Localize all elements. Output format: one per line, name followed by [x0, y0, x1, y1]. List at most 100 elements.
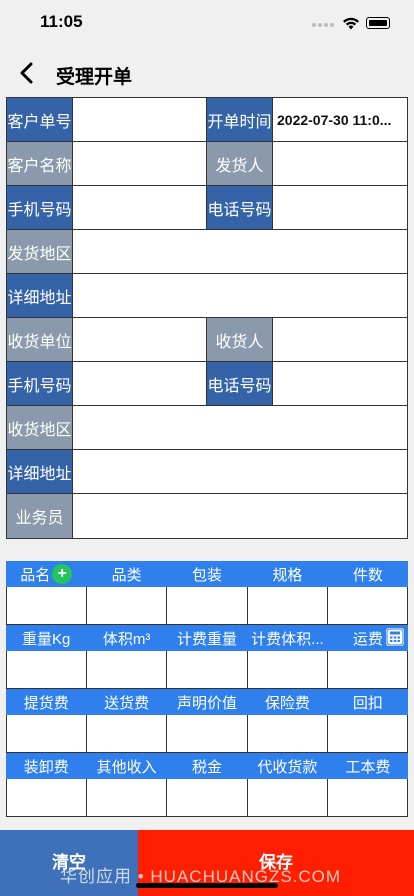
grid-header-cell-freight: 运费 [328, 625, 408, 651]
customer-no-label: 客户单号 [7, 98, 73, 141]
grid-header-cell: 声明价值 [177, 694, 238, 712]
dest-address-label: 详细地址 [7, 450, 73, 493]
grid-header-cell: 规格 [272, 566, 303, 584]
grid-input-row-weight [6, 651, 409, 689]
shipper-input[interactable] [273, 142, 407, 185]
home-indicator[interactable] [136, 883, 278, 888]
grid-header-cell: 保险费 [264, 694, 310, 712]
receiver-phone-input[interactable] [273, 362, 407, 405]
grid-input-row-other [6, 779, 409, 817]
form-row-origin-region: 发货地区 [7, 230, 407, 274]
billing-volume-input[interactable] [248, 651, 328, 688]
consignee-input[interactable] [273, 318, 407, 361]
form-row-customer-no: 客户单号 开单时间 2022-07-30 11:0... [7, 98, 407, 142]
wifi-icon [343, 17, 359, 29]
sender-mobile-input[interactable] [73, 186, 207, 229]
form-row-consignee-unit: 收货单位 收货人 [7, 318, 407, 362]
category-input[interactable] [87, 587, 168, 624]
order-time-value[interactable]: 2022-07-30 11:0... [273, 98, 407, 141]
battery-icon [366, 17, 390, 29]
salesperson-label: 业务员 [7, 494, 73, 538]
grid-header-cell: 重量Kg [22, 630, 71, 648]
grid-input-row-goods [6, 587, 409, 625]
billing-weight-input[interactable] [167, 651, 248, 688]
declared-value-input[interactable] [167, 715, 248, 752]
dest-region-label: 收货地区 [7, 406, 73, 449]
pickup-fee-input[interactable] [7, 715, 88, 752]
status-time: 11:05 [40, 12, 83, 31]
calculator-icon[interactable] [386, 628, 405, 646]
insurance-fee-input[interactable] [248, 715, 328, 752]
nav-bar: 受理开单 [0, 52, 414, 96]
form-row-dest-address: 详细地址 [7, 450, 407, 494]
sender-phone-label: 电话号码 [207, 186, 273, 229]
grid-header-goods: 品名 + 品类 包装 规格 件数 [6, 561, 408, 587]
grid-header-cell: 提货费 [23, 694, 69, 712]
freight-input[interactable] [328, 651, 409, 688]
grid-header-cell: 回扣 [352, 694, 383, 712]
grid-header-cell: 品名 + [6, 561, 86, 587]
other-income-input[interactable] [87, 779, 168, 816]
grid-header-cell: 体积m³ [102, 630, 151, 648]
salesperson-input[interactable] [73, 494, 407, 538]
form-row-dest-region: 收货地区 [7, 406, 407, 450]
customer-name-input[interactable] [73, 142, 207, 185]
consignee-label: 收货人 [207, 318, 273, 361]
add-product-icon[interactable]: + [52, 564, 73, 584]
grid-input-row-fees [6, 715, 409, 753]
status-bar: 11:05 [0, 0, 414, 48]
grid-header-cell: 送货费 [104, 694, 150, 712]
grid-header-cell: 件数 [352, 566, 383, 584]
order-form: 客户单号 开单时间 2022-07-30 11:0... 客户名称 发货人 手机… [6, 97, 408, 539]
consignee-unit-label: 收货单位 [7, 318, 73, 361]
origin-address-input[interactable] [73, 274, 407, 317]
grid-header-cell: 装卸费 [23, 758, 69, 776]
status-icons [312, 14, 390, 32]
handling-fee-input[interactable] [7, 779, 88, 816]
form-row-sender-phone: 手机号码 电话号码 [7, 186, 407, 230]
form-row-customer-name: 客户名称 发货人 [7, 142, 407, 186]
customer-name-label: 客户名称 [7, 142, 73, 185]
signal-dots-icon [312, 14, 336, 32]
origin-address-label: 详细地址 [7, 274, 73, 317]
receiver-mobile-label: 手机号码 [7, 362, 73, 405]
form-row-salesperson: 业务员 [7, 494, 407, 538]
grid-header-cell: 计费体积... [251, 630, 324, 648]
page-title: 受理开单 [56, 67, 133, 88]
sender-mobile-label: 手机号码 [7, 186, 73, 229]
grid-header-cell: 计费重量 [177, 630, 238, 648]
form-row-origin-address: 详细地址 [7, 274, 407, 318]
dest-address-input[interactable] [73, 450, 407, 493]
grid-header-cell: 包装 [192, 566, 223, 584]
pieces-input[interactable] [328, 587, 409, 624]
grid-header-cell: 税金 [192, 758, 223, 776]
goods-grid: 品名 + 品类 包装 规格 件数 重量Kg 体积m³ 计费重量 计费体积... 运… [6, 561, 409, 817]
grid-header-cell: 品类 [111, 566, 142, 584]
cost-fee-input[interactable] [328, 779, 409, 816]
order-time-label: 开单时间 [207, 98, 273, 141]
tax-input[interactable] [167, 779, 248, 816]
weight-input[interactable] [7, 651, 88, 688]
grid-header-cell: 工本费 [345, 758, 391, 776]
origin-region-input[interactable] [73, 230, 407, 273]
form-row-receiver-phone: 手机号码 电话号码 [7, 362, 407, 406]
volume-input[interactable] [87, 651, 168, 688]
delivery-fee-input[interactable] [87, 715, 168, 752]
receiver-phone-label: 电话号码 [207, 362, 273, 405]
customer-no-input[interactable] [73, 98, 207, 141]
consignee-unit-input[interactable] [73, 318, 207, 361]
packaging-input[interactable] [167, 587, 248, 624]
back-chevron-icon[interactable] [14, 58, 40, 88]
grid-header-fees: 提货费 送货费 声明价值 保险费 回扣 [6, 689, 408, 715]
sender-phone-input[interactable] [273, 186, 407, 229]
dest-region-input[interactable] [73, 406, 407, 449]
origin-region-label: 发货地区 [7, 230, 73, 273]
product-name-input[interactable] [7, 587, 88, 624]
rebate-input[interactable] [328, 715, 409, 752]
grid-header-cell: 其他收入 [96, 758, 157, 776]
spec-input[interactable] [248, 587, 328, 624]
cod-input[interactable] [248, 779, 328, 816]
grid-header-cell: 代收货款 [257, 758, 318, 776]
receiver-mobile-input[interactable] [73, 362, 207, 405]
grid-header-weight: 重量Kg 体积m³ 计费重量 计费体积... 运费 [6, 625, 408, 651]
